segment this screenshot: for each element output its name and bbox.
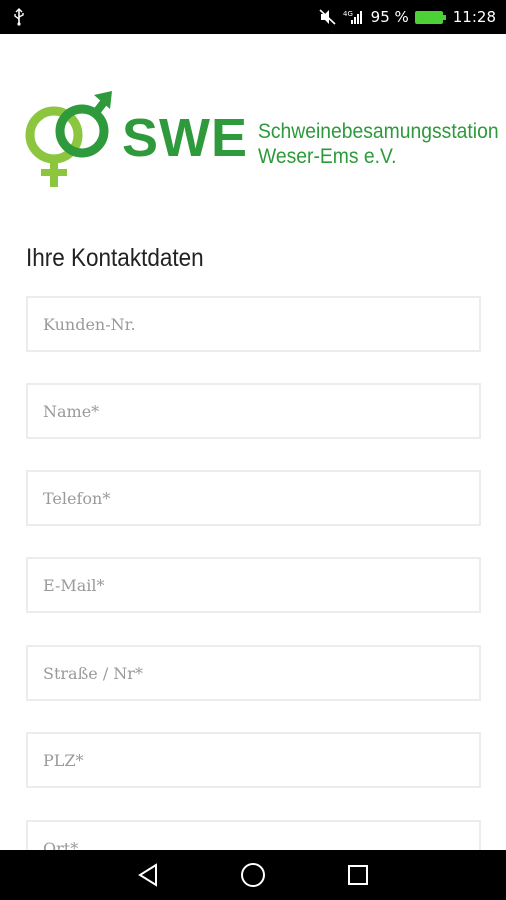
battery-icon xyxy=(414,10,446,24)
mute-icon xyxy=(319,9,337,25)
email-input[interactable] xyxy=(43,559,479,611)
customer-number-input[interactable] xyxy=(43,298,479,350)
zip-input[interactable] xyxy=(43,734,479,786)
clock: 11:28 xyxy=(452,8,496,26)
street-field[interactable] xyxy=(26,645,481,701)
zip-field[interactable] xyxy=(26,732,481,788)
street-input[interactable] xyxy=(43,647,479,699)
city-field[interactable] xyxy=(26,820,481,850)
customer-number-field[interactable] xyxy=(26,296,481,352)
status-bar: 4G 95 % 11:28 xyxy=(0,0,506,34)
gender-symbol-logo-icon xyxy=(25,91,112,187)
brand-subtitle-line2: Weser-Ems e.V. xyxy=(258,145,397,168)
home-icon[interactable] xyxy=(233,855,273,895)
content: SWE Schweinebesamungsstation Weser-Ems e… xyxy=(0,34,506,850)
navigation-bar xyxy=(0,850,506,900)
signal-icon: 4G xyxy=(343,9,365,25)
form-title: Ihre Kontaktdaten xyxy=(26,244,204,272)
brand-subtitle-line1: Schweinebesamungsstation xyxy=(258,120,499,143)
name-field[interactable] xyxy=(26,383,481,439)
usb-icon xyxy=(12,8,26,26)
phone-field[interactable] xyxy=(26,470,481,526)
brand-name: SWE xyxy=(122,108,249,168)
email-field[interactable] xyxy=(26,557,481,613)
battery-percent: 95 % xyxy=(370,8,409,26)
phone-input[interactable] xyxy=(43,472,479,524)
logo: SWE Schweinebesamungsstation Weser-Ems e… xyxy=(24,89,499,199)
recents-icon[interactable] xyxy=(338,855,378,895)
brand-subtitle: Schweinebesamungsstation Weser-Ems e.V. xyxy=(258,119,499,169)
city-input[interactable] xyxy=(43,822,479,850)
name-input[interactable] xyxy=(43,385,479,437)
back-icon[interactable] xyxy=(128,855,168,895)
network-label: 4G xyxy=(343,10,353,18)
